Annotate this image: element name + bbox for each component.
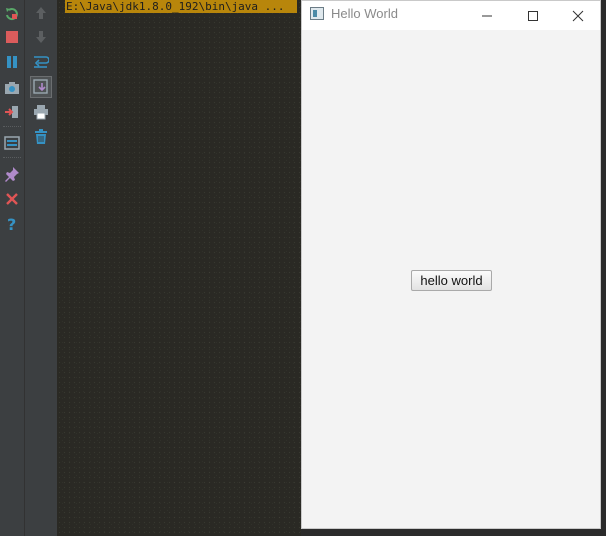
exit-icon[interactable] [2, 102, 22, 122]
maximize-button[interactable] [510, 1, 556, 30]
minimize-icon [482, 15, 492, 16]
java-app-icon [310, 7, 324, 20]
camera-icon[interactable] [2, 78, 22, 98]
maximize-icon [528, 10, 538, 21]
up-arrow-icon[interactable] [31, 3, 51, 23]
window-content: hello world [302, 30, 600, 528]
window-title: Hello World [331, 6, 398, 21]
svg-text:?: ? [7, 216, 16, 232]
run-toolbar-primary: ? [0, 0, 24, 536]
pause-icon[interactable] [2, 52, 22, 72]
hello-world-button[interactable]: hello world [411, 270, 492, 291]
print-icon[interactable] [31, 102, 51, 122]
toolbar-separator [3, 126, 21, 127]
pin-icon[interactable] [2, 164, 22, 184]
rerun-icon[interactable] [2, 4, 22, 24]
run-toolbar-secondary [24, 0, 57, 536]
close-window-button[interactable] [555, 1, 601, 30]
layout-icon[interactable] [2, 133, 22, 153]
down-arrow-icon[interactable] [31, 27, 51, 47]
trash-icon[interactable] [31, 127, 51, 147]
close-icon [572, 10, 584, 21]
minimize-button[interactable] [464, 1, 510, 30]
soft-wrap-icon[interactable] [31, 52, 51, 72]
window-titlebar[interactable]: Hello World [302, 1, 600, 30]
scroll-to-end-icon[interactable] [30, 76, 52, 98]
hello-world-window: Hello World hello world [301, 0, 601, 529]
toolbar-separator [3, 157, 21, 158]
console-command-line: E:\Java\jdk1.8.0_192\bin\java ... [65, 0, 297, 13]
desktop-edge [301, 529, 606, 536]
help-icon[interactable]: ? [2, 214, 22, 234]
stop-icon[interactable] [2, 27, 22, 47]
console-output[interactable] [57, 0, 301, 536]
close-icon[interactable] [2, 189, 22, 209]
